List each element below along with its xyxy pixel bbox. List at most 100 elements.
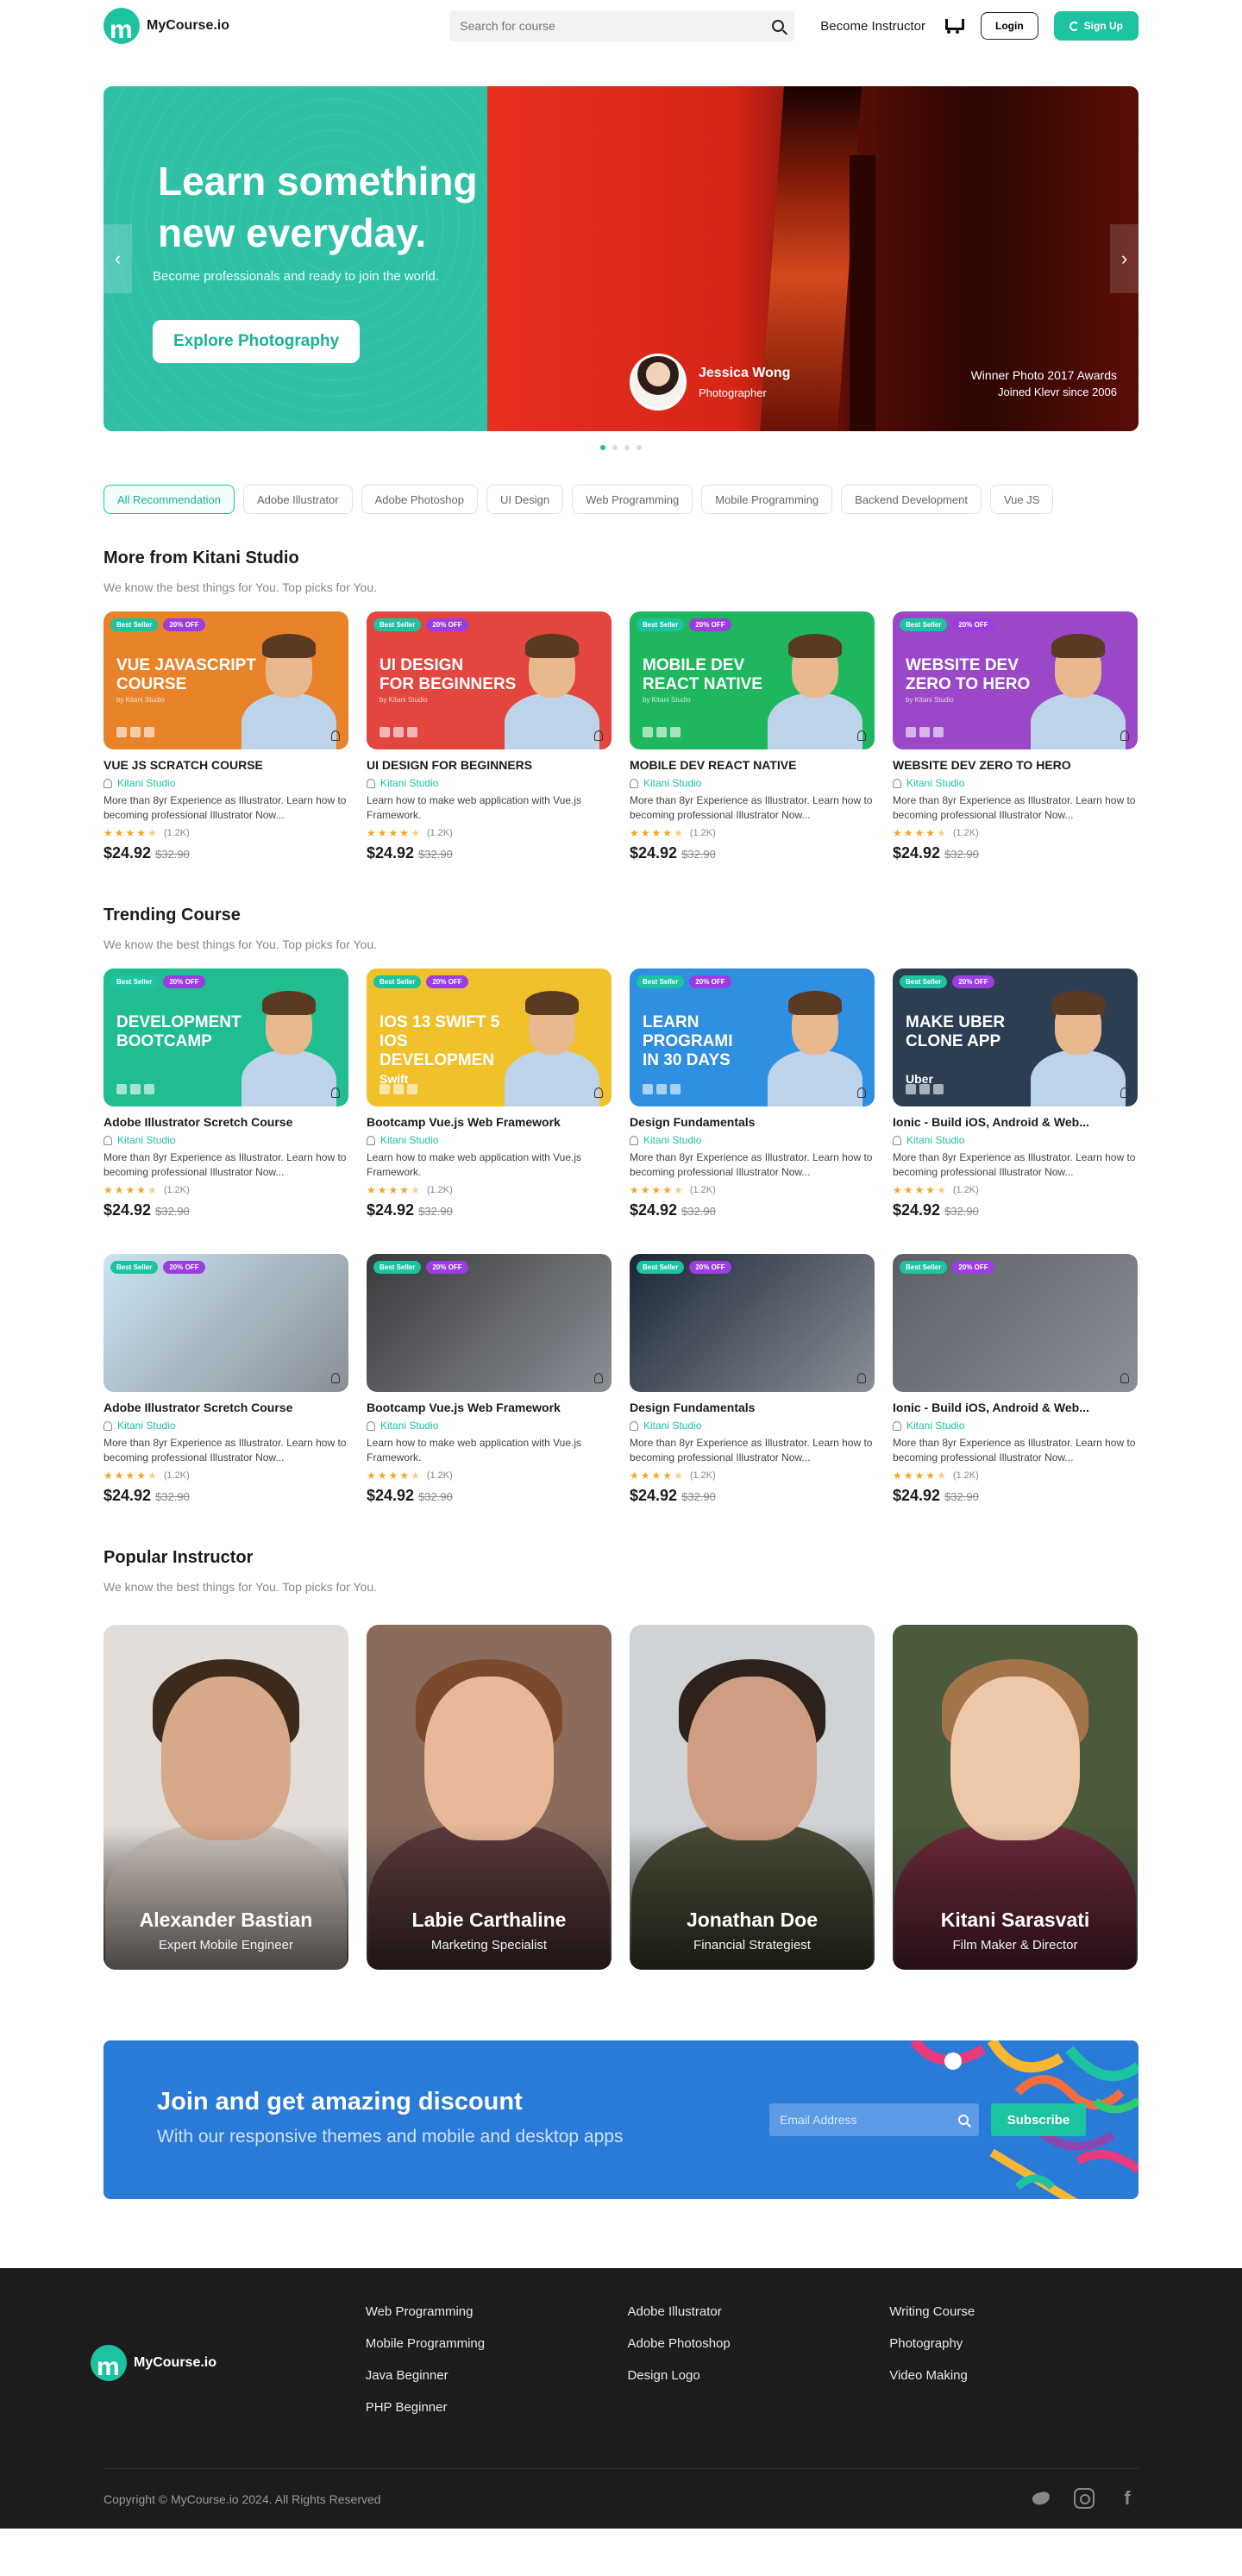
footer-link[interactable]: Web Programming <box>366 2304 628 2328</box>
cart-icon[interactable] <box>943 17 965 34</box>
bookmark-icon[interactable] <box>594 1373 603 1383</box>
course-author[interactable]: Kitani Studio <box>893 777 1138 789</box>
become-instructor-link[interactable]: Become Instructor <box>820 19 925 34</box>
facebook-icon[interactable]: f <box>1117 2488 1138 2509</box>
carousel-next-icon[interactable]: › <box>1110 224 1138 293</box>
course-card[interactable]: Best Seller 20% OFF VUE JAVASCRIPT COURSE b… <box>104 611 348 862</box>
bookmark-icon[interactable] <box>594 730 603 741</box>
course-title[interactable]: VUE JS SCRATCH COURSE <box>104 758 348 772</box>
filter-chip[interactable]: Web Programming <box>572 485 693 514</box>
search-input[interactable] <box>460 19 773 33</box>
bookmark-icon[interactable] <box>857 730 866 741</box>
bookmark-icon[interactable] <box>594 1087 603 1098</box>
course-title[interactable]: Adobe Illustrator Scretch Course <box>104 1115 348 1129</box>
course-author[interactable]: Kitani Studio <box>104 1420 348 1432</box>
course-thumbnail[interactable]: Best Seller 20% OFF MOBILE DEV REACT NATIV… <box>630 611 875 749</box>
twitter-icon[interactable] <box>1031 2488 1051 2509</box>
carousel-prev-icon[interactable]: ‹ <box>104 224 132 293</box>
footer-link[interactable]: PHP Beginner <box>366 2400 628 2423</box>
filter-chip[interactable]: Vue JS <box>989 485 1054 514</box>
course-card[interactable]: Best Seller 20% OFF IOS 13 SWIFT 5 IOS DEV… <box>367 968 612 1219</box>
course-title[interactable]: Ionic - Build iOS, Android & Web... <box>893 1401 1138 1414</box>
instagram-icon[interactable] <box>1074 2488 1095 2509</box>
course-author[interactable]: Kitani Studio <box>104 777 348 789</box>
course-card[interactable]: Best Seller 20% OFF Ionic - Build iOS, And… <box>893 1254 1138 1505</box>
footer-link[interactable]: Writing Course <box>889 2304 1151 2328</box>
bookmark-icon[interactable] <box>1120 730 1129 741</box>
course-card[interactable]: Best Seller 20% OFF DEVELOPMENT BOOTCAMP Ad… <box>104 968 348 1219</box>
filter-chip[interactable]: UI Design <box>486 485 564 514</box>
footer-link[interactable]: Design Logo <box>627 2368 889 2391</box>
subscribe-button[interactable]: Subscribe <box>991 2103 1086 2136</box>
course-author[interactable]: Kitani Studio <box>367 1134 612 1146</box>
footer-link[interactable]: Java Beginner <box>366 2368 628 2391</box>
instructor-card[interactable]: Kitani Sarasvati Film Maker & Director <box>893 1625 1138 1970</box>
course-author[interactable]: Kitani Studio <box>630 777 875 789</box>
course-card[interactable]: Best Seller 20% OFF LEARN PROGRAMI IN 30 D… <box>630 968 875 1219</box>
course-thumbnail[interactable]: Best Seller 20% OFF LEARN PROGRAMI IN 30 D… <box>630 968 875 1106</box>
bookmark-icon[interactable] <box>1120 1087 1129 1098</box>
course-title[interactable]: Bootcamp Vue.js Web Framework <box>367 1115 612 1129</box>
course-thumbnail[interactable]: Best Seller 20% OFF <box>893 1254 1138 1392</box>
course-author[interactable]: Kitani Studio <box>630 1420 875 1432</box>
course-card[interactable]: Best Seller 20% OFF UI DESIGN FOR BEGINNER… <box>367 611 612 862</box>
course-author[interactable]: Kitani Studio <box>630 1134 875 1146</box>
course-thumbnail[interactable]: Best Seller 20% OFF IOS 13 SWIFT 5 IOS DEV… <box>367 968 612 1106</box>
course-author[interactable]: Kitani Studio <box>893 1420 1138 1432</box>
course-card[interactable]: Best Seller 20% OFF Bootcamp Vue.js Web Fr… <box>367 1254 612 1505</box>
course-thumbnail[interactable]: Best Seller 20% OFF <box>104 1254 348 1392</box>
course-title[interactable]: Ionic - Build iOS, Android & Web... <box>893 1115 1138 1129</box>
email-field[interactable] <box>780 2113 958 2127</box>
course-author[interactable]: Kitani Studio <box>367 777 612 789</box>
course-thumbnail[interactable]: Best Seller 20% OFF VUE JAVASCRIPT COURSE b… <box>104 611 348 749</box>
bookmark-icon[interactable] <box>331 730 340 741</box>
course-card[interactable]: Best Seller 20% OFF MOBILE DEV REACT NATIV… <box>630 611 875 862</box>
course-title[interactable]: MOBILE DEV REACT NATIVE <box>630 758 875 772</box>
course-title[interactable]: UI DESIGN FOR BEGINNERS <box>367 758 612 772</box>
bookmark-icon[interactable] <box>331 1087 340 1098</box>
bookmark-icon[interactable] <box>1120 1373 1129 1383</box>
course-card[interactable]: Best Seller 20% OFF WEBSITE DEV ZERO TO HE… <box>893 611 1138 862</box>
instructor-card[interactable]: Jonathan Doe Financial Strategiest <box>630 1625 875 1970</box>
course-thumbnail[interactable]: Best Seller 20% OFF <box>367 1254 612 1392</box>
course-card[interactable]: Best Seller 20% OFF MAKE UBER CLONE APP Ube… <box>893 968 1138 1219</box>
footer-logo[interactable]: MyCourse.io <box>91 2303 366 2423</box>
carousel-dot[interactable] <box>624 445 630 450</box>
footer-link[interactable]: Adobe Photoshop <box>627 2336 889 2360</box>
filter-chip[interactable]: All Recommendation <box>104 485 235 514</box>
bookmark-icon[interactable] <box>331 1373 340 1383</box>
explore-photography-button[interactable]: Explore Photography <box>153 320 361 363</box>
course-title[interactable]: Design Fundamentals <box>630 1401 875 1414</box>
login-button[interactable]: Login <box>981 12 1038 40</box>
course-thumbnail[interactable]: Best Seller 20% OFF DEVELOPMENT BOOTCAMP <box>104 968 348 1106</box>
search-icon[interactable] <box>772 20 785 32</box>
carousel-dot[interactable] <box>612 445 618 450</box>
filter-chip[interactable]: Mobile Programming <box>701 485 833 514</box>
carousel-dot[interactable] <box>600 445 605 450</box>
course-thumbnail[interactable]: Best Seller 20% OFF UI DESIGN FOR BEGINNER… <box>367 611 612 749</box>
course-title[interactable]: Bootcamp Vue.js Web Framework <box>367 1401 612 1414</box>
filter-chip[interactable]: Adobe Illustrator <box>242 485 353 514</box>
logo[interactable]: MyCourse.io <box>104 8 229 44</box>
course-thumbnail[interactable]: Best Seller 20% OFF MAKE UBER CLONE APP Ube… <box>893 968 1138 1106</box>
course-author[interactable]: Kitani Studio <box>104 1134 348 1146</box>
course-title[interactable]: WEBSITE DEV ZERO TO HERO <box>893 758 1138 772</box>
footer-link[interactable]: Mobile Programming <box>366 2336 628 2360</box>
course-author[interactable]: Kitani Studio <box>893 1134 1138 1146</box>
course-author[interactable]: Kitani Studio <box>367 1420 612 1432</box>
filter-chip[interactable]: Backend Development <box>841 485 982 514</box>
bookmark-icon[interactable] <box>857 1087 866 1098</box>
footer-link[interactable]: Adobe Illustrator <box>627 2304 889 2328</box>
bookmark-icon[interactable] <box>857 1373 866 1383</box>
course-thumbnail[interactable]: Best Seller 20% OFF WEBSITE DEV ZERO TO HE… <box>893 611 1138 749</box>
footer-link[interactable]: Video Making <box>889 2368 1151 2391</box>
course-card[interactable]: Best Seller 20% OFF Design Fundamentals Kit… <box>630 1254 875 1505</box>
course-title[interactable]: Adobe Illustrator Scretch Course <box>104 1401 348 1414</box>
signup-button[interactable]: Sign Up <box>1053 11 1138 41</box>
carousel-dot[interactable] <box>637 445 642 450</box>
course-card[interactable]: Best Seller 20% OFF Adobe Illustrator Scre… <box>104 1254 348 1505</box>
instructor-card[interactable]: Labie Carthaline Marketing Specialist <box>367 1625 612 1970</box>
footer-link[interactable]: Photography <box>889 2336 1151 2360</box>
instructor-card[interactable]: Alexander Bastian Expert Mobile Engineer <box>104 1625 348 1970</box>
course-thumbnail[interactable]: Best Seller 20% OFF <box>630 1254 875 1392</box>
